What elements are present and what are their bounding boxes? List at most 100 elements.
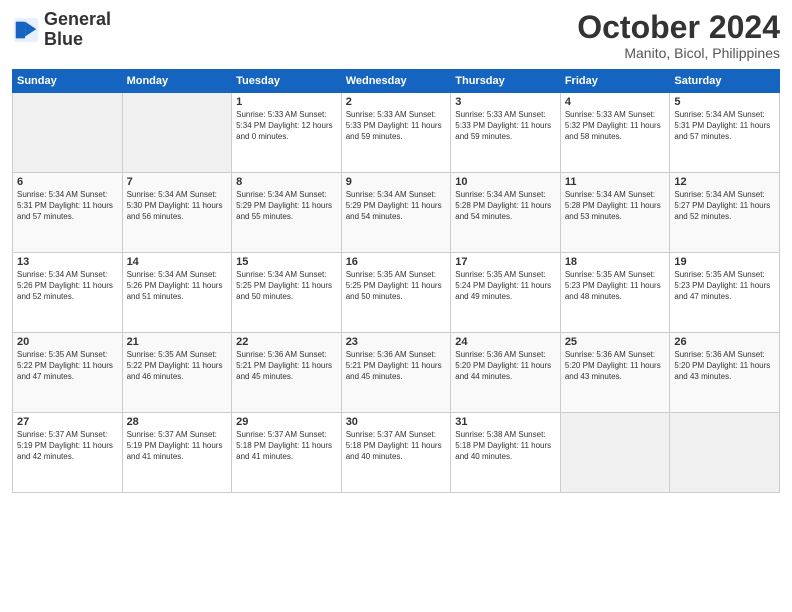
week-row-2: 6 Sunrise: 5:34 AM Sunset: 5:31 PM Daylig… bbox=[13, 173, 780, 253]
cell-w4-d1: 20 Sunrise: 5:35 AM Sunset: 5:22 PM Dayli… bbox=[13, 333, 123, 413]
day-info: Sunrise: 5:36 AM Sunset: 5:21 PM Dayligh… bbox=[236, 350, 337, 382]
day-info: Sunrise: 5:34 AM Sunset: 5:30 PM Dayligh… bbox=[127, 190, 228, 222]
cell-w2-d1: 6 Sunrise: 5:34 AM Sunset: 5:31 PM Daylig… bbox=[13, 173, 123, 253]
day-number: 25 bbox=[565, 336, 666, 348]
col-tuesday: Tuesday bbox=[232, 70, 342, 93]
day-info: Sunrise: 5:36 AM Sunset: 5:20 PM Dayligh… bbox=[455, 350, 556, 382]
day-number: 10 bbox=[455, 176, 556, 188]
cell-w5-d1: 27Sunrise: 5:37 AM Sunset: 5:19 PM Dayli… bbox=[13, 413, 123, 493]
day-number: 22 bbox=[236, 336, 337, 348]
cell-w3-d2: 14 Sunrise: 5:34 AM Sunset: 5:26 PM Dayli… bbox=[122, 253, 232, 333]
cell-w1-d6: 4 Sunrise: 5:33 AM Sunset: 5:32 PM Daylig… bbox=[560, 93, 670, 173]
cell-w1-d7: 5 Sunrise: 5:34 AM Sunset: 5:31 PM Daylig… bbox=[670, 93, 780, 173]
day-number: 7 bbox=[127, 176, 228, 188]
logo: General Blue bbox=[12, 10, 111, 50]
col-saturday: Saturday bbox=[670, 70, 780, 93]
cell-w4-d5: 24 Sunrise: 5:36 AM Sunset: 5:20 PM Dayli… bbox=[451, 333, 561, 413]
day-number: 5 bbox=[674, 96, 775, 108]
day-number: 15 bbox=[236, 256, 337, 268]
day-info: Sunrise: 5:33 AM Sunset: 5:34 PM Dayligh… bbox=[236, 110, 337, 142]
day-number: 31 bbox=[455, 416, 556, 428]
cell-w3-d3: 15 Sunrise: 5:34 AM Sunset: 5:25 PM Dayli… bbox=[232, 253, 342, 333]
cell-w3-d7: 19 Sunrise: 5:35 AM Sunset: 5:23 PM Dayli… bbox=[670, 253, 780, 333]
day-number: 19 bbox=[674, 256, 775, 268]
day-number: 4 bbox=[565, 96, 666, 108]
day-info: Sunrise: 5:34 AM Sunset: 5:27 PM Dayligh… bbox=[674, 190, 775, 222]
col-thursday: Thursday bbox=[451, 70, 561, 93]
week-row-1: 1Sunrise: 5:33 AM Sunset: 5:34 PM Daylig… bbox=[13, 93, 780, 173]
day-number: 26 bbox=[674, 336, 775, 348]
header-row: Sunday Monday Tuesday Wednesday Thursday… bbox=[13, 70, 780, 93]
cell-w4-d4: 23Sunrise: 5:36 AM Sunset: 5:21 PM Dayli… bbox=[341, 333, 451, 413]
week-row-4: 20 Sunrise: 5:35 AM Sunset: 5:22 PM Dayli… bbox=[13, 333, 780, 413]
week-row-3: 13 Sunrise: 5:34 AM Sunset: 5:26 PM Dayli… bbox=[13, 253, 780, 333]
day-info: Sunrise: 5:35 AM Sunset: 5:23 PM Dayligh… bbox=[565, 270, 666, 302]
day-info: Sunrise: 5:35 AM Sunset: 5:22 PM Dayligh… bbox=[127, 350, 228, 382]
week-row-5: 27Sunrise: 5:37 AM Sunset: 5:19 PM Dayli… bbox=[13, 413, 780, 493]
cell-w4-d6: 25 Sunrise: 5:36 AM Sunset: 5:20 PM Dayli… bbox=[560, 333, 670, 413]
day-info: Sunrise: 5:33 AM Sunset: 5:33 PM Dayligh… bbox=[346, 110, 447, 142]
day-info: Sunrise: 5:35 AM Sunset: 5:23 PM Dayligh… bbox=[674, 270, 775, 302]
day-info: Sunrise: 5:36 AM Sunset: 5:20 PM Dayligh… bbox=[674, 350, 775, 382]
day-number: 2 bbox=[346, 96, 447, 108]
cell-w3-d1: 13 Sunrise: 5:34 AM Sunset: 5:26 PM Dayli… bbox=[13, 253, 123, 333]
day-info: Sunrise: 5:37 AM Sunset: 5:19 PM Dayligh… bbox=[127, 430, 228, 462]
cell-w5-d4: 30 Sunrise: 5:37 AM Sunset: 5:18 PM Dayli… bbox=[341, 413, 451, 493]
day-info: Sunrise: 5:34 AM Sunset: 5:29 PM Dayligh… bbox=[236, 190, 337, 222]
day-info: Sunrise: 5:34 AM Sunset: 5:26 PM Dayligh… bbox=[17, 270, 118, 302]
cell-w5-d2: 28 Sunrise: 5:37 AM Sunset: 5:19 PM Dayli… bbox=[122, 413, 232, 493]
day-number: 3 bbox=[455, 96, 556, 108]
cell-w5-d7 bbox=[670, 413, 780, 493]
col-friday: Friday bbox=[560, 70, 670, 93]
header: General Blue October 2024 Manito, Bicol,… bbox=[12, 10, 780, 61]
month-title: October 2024 bbox=[577, 10, 780, 45]
day-number: 24 bbox=[455, 336, 556, 348]
day-number: 23 bbox=[346, 336, 447, 348]
day-info: Sunrise: 5:33 AM Sunset: 5:33 PM Dayligh… bbox=[455, 110, 556, 142]
cell-w5-d5: 31Sunrise: 5:38 AM Sunset: 5:18 PM Dayli… bbox=[451, 413, 561, 493]
cell-w2-d7: 12 Sunrise: 5:34 AM Sunset: 5:27 PM Dayli… bbox=[670, 173, 780, 253]
day-info: Sunrise: 5:35 AM Sunset: 5:22 PM Dayligh… bbox=[17, 350, 118, 382]
cell-w5-d3: 29Sunrise: 5:37 AM Sunset: 5:18 PM Dayli… bbox=[232, 413, 342, 493]
day-number: 18 bbox=[565, 256, 666, 268]
col-monday: Monday bbox=[122, 70, 232, 93]
col-wednesday: Wednesday bbox=[341, 70, 451, 93]
day-number: 12 bbox=[674, 176, 775, 188]
day-number: 16 bbox=[346, 256, 447, 268]
cell-w4-d3: 22 Sunrise: 5:36 AM Sunset: 5:21 PM Dayli… bbox=[232, 333, 342, 413]
day-number: 17 bbox=[455, 256, 556, 268]
title-block: October 2024 Manito, Bicol, Philippines bbox=[577, 10, 780, 61]
cell-w4-d7: 26 Sunrise: 5:36 AM Sunset: 5:20 PM Dayli… bbox=[670, 333, 780, 413]
day-info: Sunrise: 5:34 AM Sunset: 5:31 PM Dayligh… bbox=[674, 110, 775, 142]
day-number: 20 bbox=[17, 336, 118, 348]
day-number: 28 bbox=[127, 416, 228, 428]
cell-w2-d2: 7 Sunrise: 5:34 AM Sunset: 5:30 PM Daylig… bbox=[122, 173, 232, 253]
day-info: Sunrise: 5:34 AM Sunset: 5:25 PM Dayligh… bbox=[236, 270, 337, 302]
day-number: 9 bbox=[346, 176, 447, 188]
day-info: Sunrise: 5:35 AM Sunset: 5:24 PM Dayligh… bbox=[455, 270, 556, 302]
logo-icon bbox=[12, 16, 40, 44]
cell-w2-d3: 8Sunrise: 5:34 AM Sunset: 5:29 PM Daylig… bbox=[232, 173, 342, 253]
day-info: Sunrise: 5:34 AM Sunset: 5:29 PM Dayligh… bbox=[346, 190, 447, 222]
calendar-table: Sunday Monday Tuesday Wednesday Thursday… bbox=[12, 69, 780, 493]
day-number: 14 bbox=[127, 256, 228, 268]
day-info: Sunrise: 5:37 AM Sunset: 5:18 PM Dayligh… bbox=[346, 430, 447, 462]
day-info: Sunrise: 5:34 AM Sunset: 5:28 PM Dayligh… bbox=[455, 190, 556, 222]
day-info: Sunrise: 5:34 AM Sunset: 5:31 PM Dayligh… bbox=[17, 190, 118, 222]
cell-w4-d2: 21Sunrise: 5:35 AM Sunset: 5:22 PM Dayli… bbox=[122, 333, 232, 413]
cell-w1-d2 bbox=[122, 93, 232, 173]
logo-text: General Blue bbox=[44, 10, 111, 50]
col-sunday: Sunday bbox=[13, 70, 123, 93]
location-subtitle: Manito, Bicol, Philippines bbox=[577, 45, 780, 61]
cell-w5-d6 bbox=[560, 413, 670, 493]
day-number: 13 bbox=[17, 256, 118, 268]
day-number: 29 bbox=[236, 416, 337, 428]
day-info: Sunrise: 5:34 AM Sunset: 5:28 PM Dayligh… bbox=[565, 190, 666, 222]
day-number: 30 bbox=[346, 416, 447, 428]
day-number: 6 bbox=[17, 176, 118, 188]
cell-w2-d6: 11Sunrise: 5:34 AM Sunset: 5:28 PM Dayli… bbox=[560, 173, 670, 253]
day-info: Sunrise: 5:33 AM Sunset: 5:32 PM Dayligh… bbox=[565, 110, 666, 142]
day-info: Sunrise: 5:36 AM Sunset: 5:20 PM Dayligh… bbox=[565, 350, 666, 382]
cell-w3-d4: 16Sunrise: 5:35 AM Sunset: 5:25 PM Dayli… bbox=[341, 253, 451, 333]
day-info: Sunrise: 5:34 AM Sunset: 5:26 PM Dayligh… bbox=[127, 270, 228, 302]
